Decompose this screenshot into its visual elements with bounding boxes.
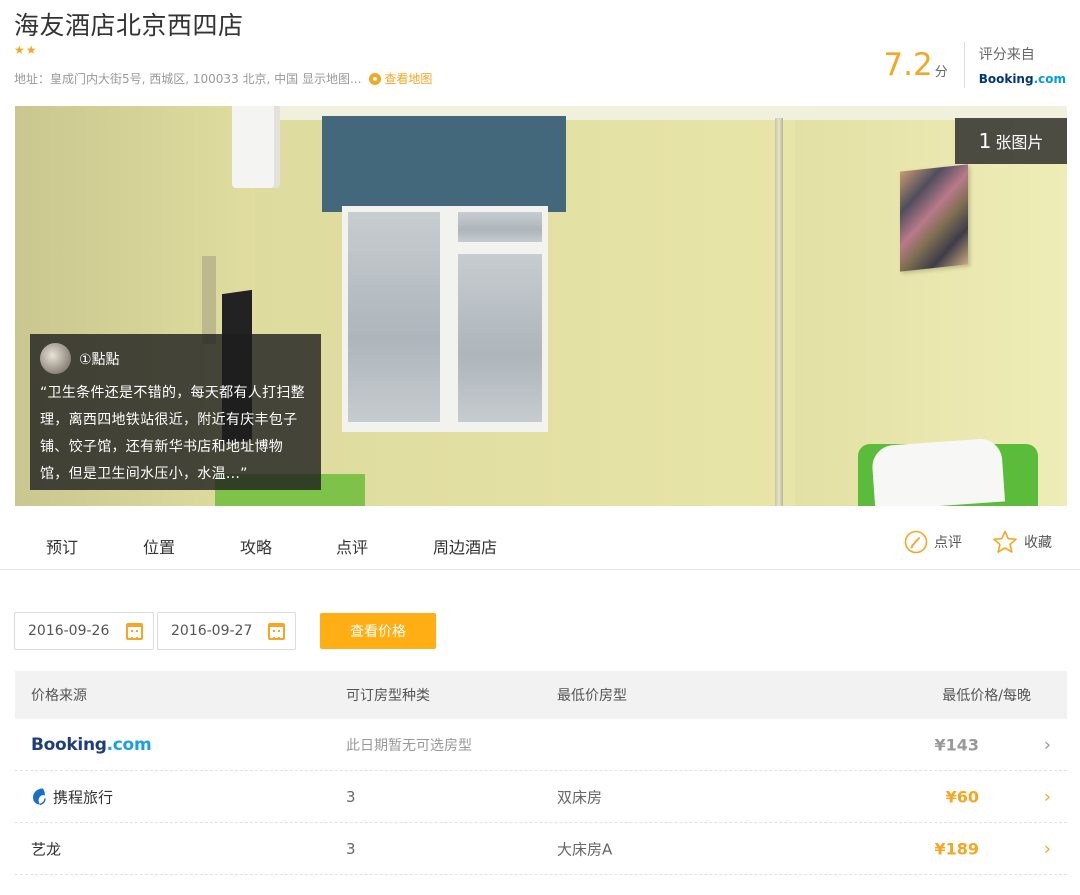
- booking-logo-tld: .com: [1033, 72, 1066, 86]
- rating-source-label: 评分来自: [978, 47, 1035, 63]
- row-room-count: 3: [346, 787, 356, 806]
- photo-count-button[interactable]: 1 张图片: [955, 118, 1067, 164]
- price-table-header: 价格来源 可订房型种类 最低价房型 最低价格/每晚: [15, 671, 1067, 719]
- rating-box: 7.2 分 评分来自 Booking.com: [883, 42, 1066, 88]
- favorite-label: 收藏: [1024, 535, 1052, 551]
- tab-location[interactable]: 位置: [143, 534, 175, 558]
- address-text: 地址：皇成门内大街5号, 西城区, 100033 北京, 中国 显示地图...: [14, 72, 362, 86]
- photo-pole: [775, 118, 783, 506]
- ctrip-dolphin-icon: [33, 788, 46, 806]
- checkin-date-input[interactable]: 2016-09-26: [14, 612, 154, 650]
- hotel-photo[interactable]: 1 张图片 ①點點 “卫生条件还是不错的，每天都有人打扫整理，离西四地铁站很近，…: [15, 106, 1067, 506]
- row-room-type: 大床房A: [557, 840, 613, 858]
- photo-window-blind: [322, 116, 566, 212]
- booking-logo-text: Booking: [978, 72, 1034, 86]
- row-price: ¥189: [934, 839, 979, 858]
- elong-source: 艺龙: [31, 840, 62, 858]
- row-note: 此日期暂无可选房型: [346, 737, 472, 754]
- header-room-count: 可订房型种类: [346, 688, 430, 704]
- hotel-name: 海友酒店北京西四店: [14, 11, 244, 40]
- favorite-button[interactable]: 收藏: [992, 530, 1052, 554]
- chevron-right-icon: ›: [1043, 838, 1051, 859]
- photo-pillow: [870, 437, 1006, 506]
- booking-logo-tld: .com: [106, 734, 152, 755]
- star-outline-icon: [993, 530, 1017, 553]
- check-price-button[interactable]: 查看价格: [320, 613, 436, 649]
- table-row[interactable]: 携程旅行 3 双床房 ¥60 ›: [15, 771, 1067, 823]
- checkin-date-value: 2016-09-26: [28, 623, 110, 639]
- tab-booking[interactable]: 预订: [46, 534, 78, 558]
- checkout-date-value: 2016-09-27: [171, 623, 253, 639]
- rating-divider: [963, 42, 965, 88]
- photo-painting: [900, 164, 968, 272]
- photo-tv-bracket: [202, 256, 216, 344]
- checkout-date-input[interactable]: 2016-09-27: [157, 612, 296, 650]
- star-rating: ★ ★: [14, 44, 37, 56]
- star-icon: ★: [14, 43, 25, 57]
- rating-source: 评分来自 Booking.com: [979, 44, 1066, 86]
- photo-count-label: 张图片: [995, 133, 1044, 152]
- review-overlay[interactable]: ①點點 “卫生条件还是不错的，每天都有人打扫整理，离西四地铁站很近，附近有庆丰包…: [30, 334, 321, 490]
- header-lowest-price: 最低价格/每晚: [942, 688, 1031, 704]
- rating-score: 7.2: [883, 47, 933, 83]
- view-map-link[interactable]: 查看地图: [369, 70, 432, 87]
- avatar: [40, 343, 71, 374]
- map-pin-icon: [369, 72, 382, 85]
- review-username: ①點點: [79, 351, 120, 368]
- tab-reviews[interactable]: 点评: [336, 534, 368, 558]
- chevron-right-icon: ›: [1043, 734, 1051, 755]
- edit-icon: [904, 530, 928, 554]
- photo-air-conditioner: [232, 106, 280, 188]
- table-row[interactable]: Booking.com 此日期暂无可选房型 ¥143 ›: [15, 719, 1067, 771]
- row-price: ¥60: [945, 787, 979, 806]
- row-room-count: 3: [346, 839, 356, 858]
- price-table: 价格来源 可订房型种类 最低价房型 最低价格/每晚 Booking.com 此日…: [15, 671, 1067, 875]
- hotel-address: 地址：皇成门内大街5号, 西城区, 100033 北京, 中国 显示地图... …: [14, 70, 432, 87]
- photo-count-number: 1: [978, 129, 992, 153]
- write-review-button[interactable]: 点评: [904, 530, 962, 554]
- calendar-icon[interactable]: [126, 623, 143, 640]
- review-text: “卫生条件还是不错的，每天都有人打扫整理，离西四地铁站很近，附近有庆丰包子铺、饺…: [40, 385, 305, 482]
- chevron-right-icon: ›: [1043, 786, 1051, 807]
- header-source: 价格来源: [31, 688, 87, 704]
- booking-logo: Booking.com: [31, 734, 152, 755]
- tab-actions: 点评 收藏: [874, 530, 1052, 554]
- view-map-label: 查看地图: [384, 72, 433, 86]
- table-row[interactable]: 艺龙 3 大床房A ¥189 ›: [15, 823, 1067, 875]
- rating-unit: 分: [934, 64, 948, 80]
- star-icon: ★: [25, 43, 37, 57]
- row-room-type: 双床房: [557, 788, 603, 806]
- ctrip-source: 携程旅行: [31, 786, 113, 807]
- photo-window: [342, 206, 548, 432]
- booking-logo-text: Booking: [31, 734, 107, 755]
- write-review-label: 点评: [934, 535, 962, 551]
- tab-nearby-hotels[interactable]: 周边酒店: [433, 534, 497, 558]
- calendar-icon[interactable]: [268, 623, 285, 640]
- booking-logo-small: Booking.com: [979, 72, 1066, 86]
- tab-bar: 预订 位置 攻略 点评 周边酒店 点评 收藏: [0, 518, 1080, 570]
- row-price: ¥143: [934, 735, 979, 754]
- review-user: ①點點: [40, 343, 311, 374]
- tab-guide[interactable]: 攻略: [240, 534, 272, 558]
- header-cheapest-room: 最低价房型: [557, 688, 627, 704]
- ctrip-name: 携程旅行: [53, 788, 114, 806]
